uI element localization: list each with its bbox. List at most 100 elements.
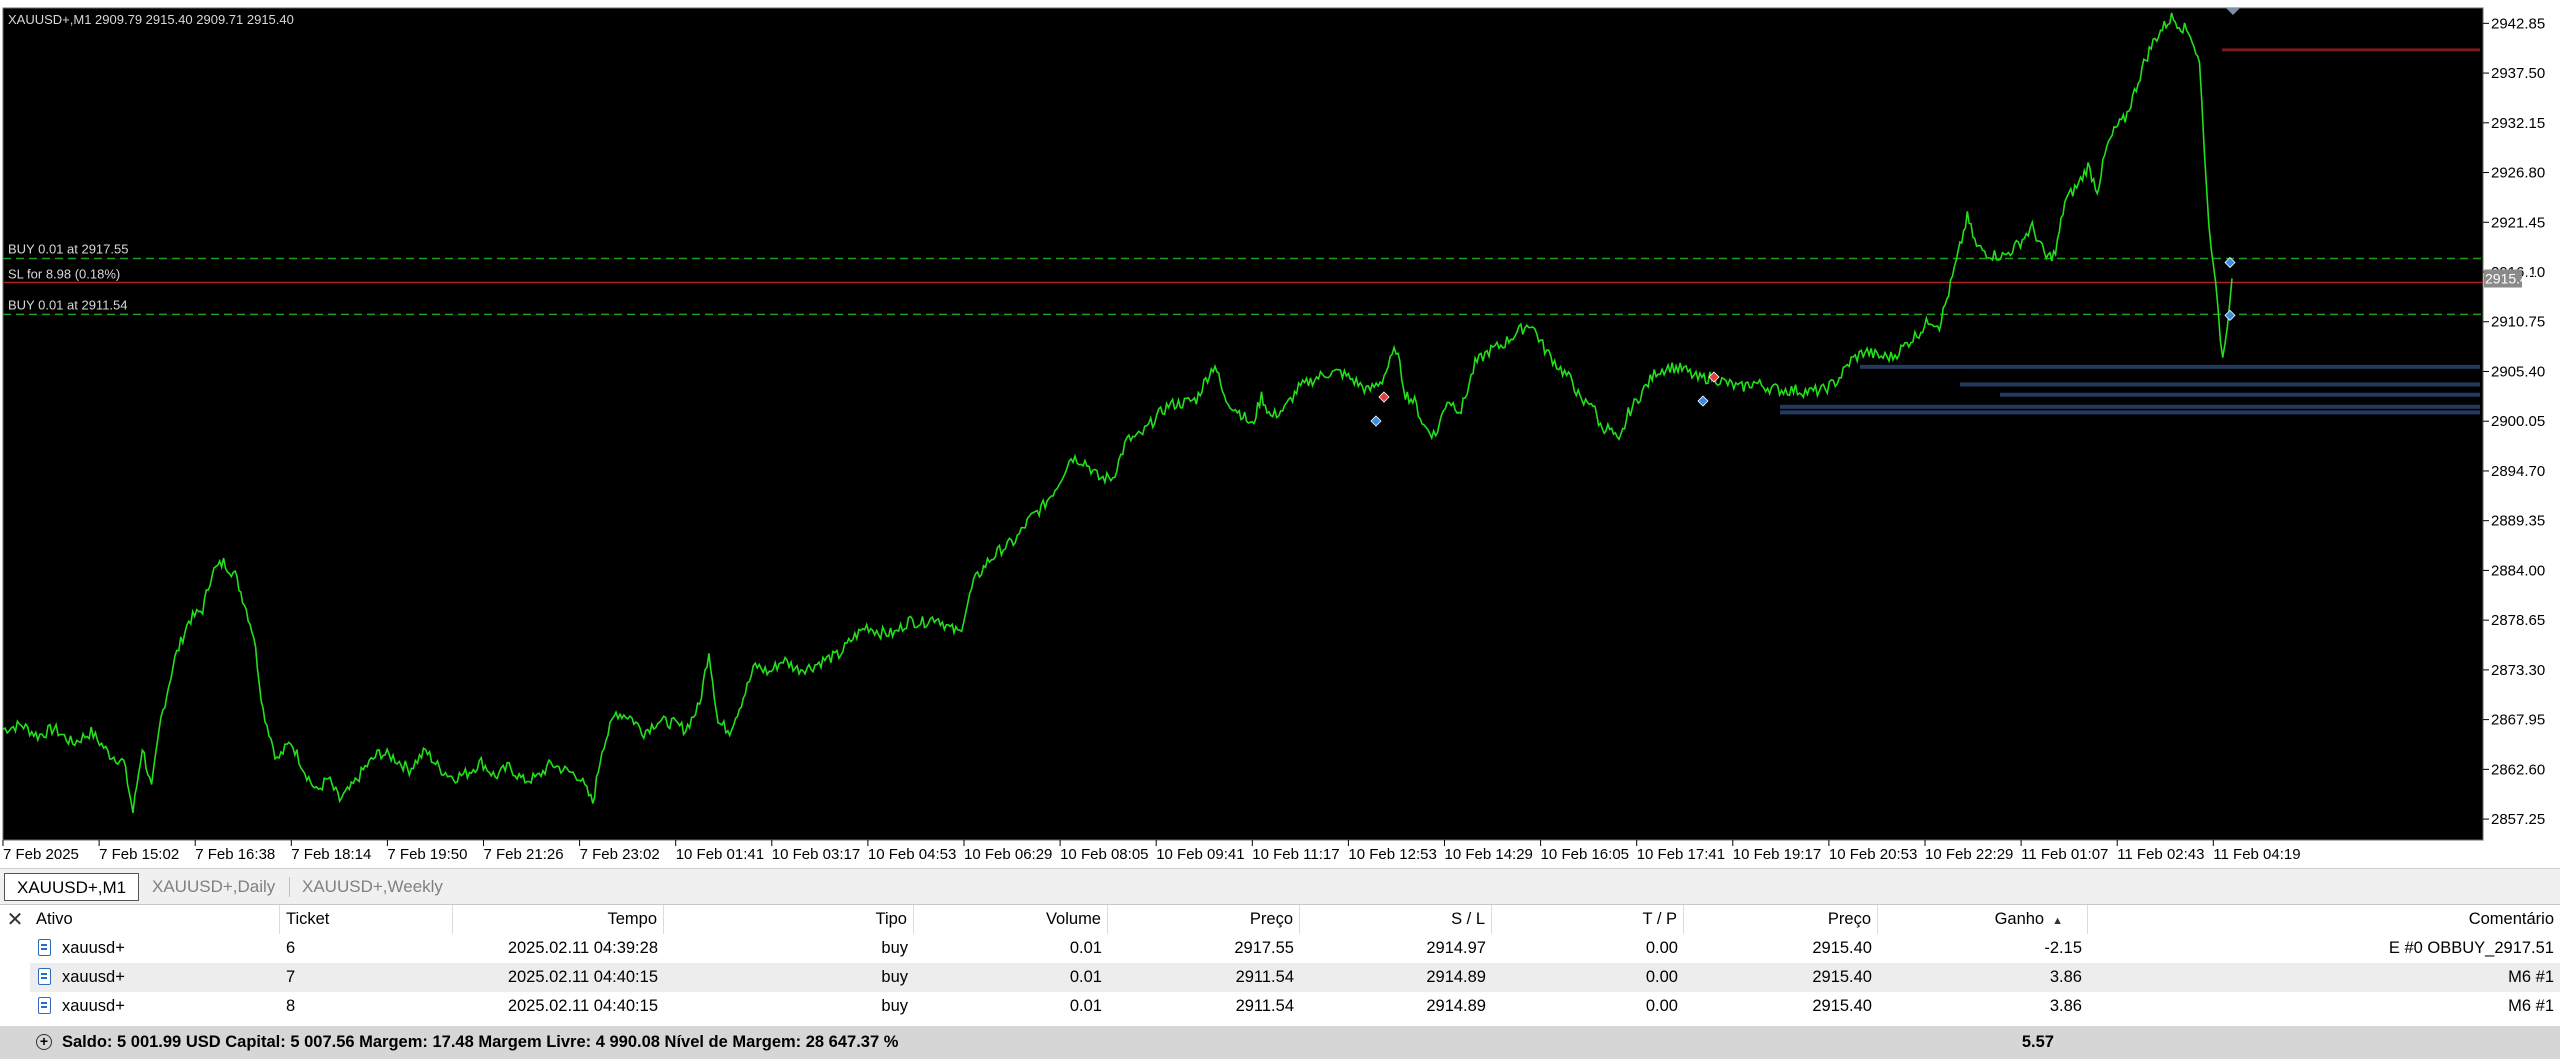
chart-tabs-bar: XAUUSD+,M1 XAUUSD+,Daily XAUUSD+,Weekly xyxy=(0,868,2560,904)
time-axis-label: 7 Feb 18:14 xyxy=(291,846,371,863)
col-volume[interactable]: Volume xyxy=(914,905,1108,934)
price-axis-label: 2932.15 xyxy=(2491,115,2545,132)
cell-tp[interactable]: 0.00 xyxy=(1492,992,1684,1021)
cell-ganho: -2.15 xyxy=(2044,939,2082,957)
account-summary-row: + Saldo: 5 001.99 USD Capital: 5 007.56 … xyxy=(0,1026,2560,1059)
position-document-icon xyxy=(38,939,51,956)
buy1-level-label: BUY 0.01 at 2917.55 xyxy=(8,242,128,257)
cell-tp[interactable]: 0.00 xyxy=(1492,934,1684,963)
table-header: Ativo Ticket Tempo Tipo Volume Preço S /… xyxy=(30,905,2560,934)
cell-ticket: 6 xyxy=(286,939,296,957)
position-document-icon xyxy=(38,968,51,985)
cell-comentario: E #0 OBBUY_2917.51 xyxy=(2388,939,2554,957)
time-axis-label: 10 Feb 19:17 xyxy=(1733,846,1821,863)
order-history-bar xyxy=(1780,404,2480,409)
sort-ascending-icon: ▲ xyxy=(2052,915,2063,927)
col-preco-atual[interactable]: Preço xyxy=(1684,905,1878,934)
order-history-bar xyxy=(1960,382,2480,387)
col-tempo[interactable]: Tempo xyxy=(453,905,664,934)
time-axis-label: 7 Feb 23:02 xyxy=(580,846,660,863)
price-axis-label: 2942.85 xyxy=(2491,15,2545,32)
time-axis-label: 11 Feb 02:43 xyxy=(2117,846,2204,863)
cell-volume: 0.01 xyxy=(1069,939,1102,957)
time-axis-label: 7 Feb 15:02 xyxy=(99,846,179,863)
price-axis-label: 2857.25 xyxy=(2491,811,2545,828)
time-axis-label: 10 Feb 01:41 xyxy=(676,846,764,863)
price-chart[interactable]: 2942.852937.502932.152926.802921.452916.… xyxy=(0,0,2560,868)
cell-volume: 0.01 xyxy=(1069,997,1102,1015)
plot-area xyxy=(2,7,2484,841)
close-icon[interactable]: ✕ xyxy=(4,907,26,933)
cell-ticket: 7 xyxy=(286,968,296,986)
time-axis-label: 7 Feb 21:26 xyxy=(484,846,564,863)
price-axis-label: 2905.40 xyxy=(2491,363,2545,380)
cell-tempo: 2025.02.11 04:39:28 xyxy=(507,939,658,957)
cell-tempo: 2025.02.11 04:40:15 xyxy=(507,997,658,1015)
cell-ganho: 3.86 xyxy=(2049,968,2082,986)
col-ativo[interactable]: Ativo xyxy=(30,905,280,934)
price-axis-label: 2894.70 xyxy=(2491,463,2545,480)
symbol-info-label: XAUUSD+,M1 2909.79 2915.40 2909.71 2915.… xyxy=(8,12,294,27)
chart-canvas[interactable]: 2942.852937.502932.152926.802921.452916.… xyxy=(0,0,2560,868)
cell-volume: 0.01 xyxy=(1069,968,1102,986)
time-axis-label: 7 Feb 16:38 xyxy=(195,846,275,863)
col-preco[interactable]: Preço xyxy=(1108,905,1300,934)
col-tipo[interactable]: Tipo xyxy=(664,905,914,934)
price-axis-label: 2889.35 xyxy=(2491,513,2545,530)
position-document-icon xyxy=(38,997,51,1014)
time-axis-label: 11 Feb 04:19 xyxy=(2213,846,2300,863)
cell-sl[interactable]: 2914.89 xyxy=(1300,992,1492,1021)
cell-comentario: M6 #1 xyxy=(2508,997,2554,1015)
total-profit: 5.57 xyxy=(2021,1033,2054,1051)
col-ticket[interactable]: Ticket xyxy=(280,905,453,934)
time-axis-label: 10 Feb 03:17 xyxy=(772,846,860,863)
price-axis-label: 2937.50 xyxy=(2491,65,2545,82)
cell-ativo: xauusd+ xyxy=(62,968,125,986)
cell-tp[interactable]: 0.00 xyxy=(1492,963,1684,992)
time-axis-label: 10 Feb 14:29 xyxy=(1445,846,1533,863)
buy2-level-label: BUY 0.01 at 2911.54 xyxy=(8,297,128,312)
time-axis-label: 10 Feb 08:05 xyxy=(1060,846,1148,863)
cell-comentario: M6 #1 xyxy=(2508,968,2554,986)
cell-preco: 2911.54 xyxy=(1235,968,1294,986)
time-axis-label: 10 Feb 09:41 xyxy=(1156,846,1244,863)
order-history-bar xyxy=(1860,364,2480,369)
price-axis-label: 2926.80 xyxy=(2491,165,2545,182)
order-history-bar xyxy=(2000,392,2480,397)
account-summary-text: Saldo: 5 001.99 USD Capital: 5 007.56 Ma… xyxy=(62,1033,899,1051)
tab-xauusd-daily[interactable]: XAUUSD+,Daily xyxy=(140,873,287,901)
tab-xauusd-m1[interactable]: XAUUSD+,M1 xyxy=(4,873,140,901)
sl-level-label: SL for 8.98 (0.18%) xyxy=(8,267,120,282)
current-price-label: 2915.40 xyxy=(2485,271,2536,287)
cell-ganho: 3.86 xyxy=(2049,997,2082,1015)
time-axis-label: 7 Feb 19:50 xyxy=(387,846,467,863)
table-row[interactable]: xauusd+ 8 2025.02.11 04:40:15 buy 0.01 2… xyxy=(30,992,2560,1021)
time-axis-label: 10 Feb 11:17 xyxy=(1252,846,1339,863)
price-axis-label: 2900.05 xyxy=(2491,413,2545,430)
table-row[interactable]: xauusd+ 6 2025.02.11 04:39:28 buy 0.01 2… xyxy=(30,934,2560,963)
cell-ticket: 8 xyxy=(286,997,296,1015)
table-row[interactable]: xauusd+ 7 2025.02.11 04:40:15 buy 0.01 2… xyxy=(30,963,2560,992)
time-axis-label: 10 Feb 22:29 xyxy=(1925,846,2013,863)
price-axis-label: 2873.30 xyxy=(2491,662,2545,679)
cell-tempo: 2025.02.11 04:40:15 xyxy=(507,968,658,986)
cell-sl[interactable]: 2914.97 xyxy=(1300,934,1492,963)
col-ganho[interactable]: Ganho ▲ xyxy=(1878,905,2088,934)
cell-sl[interactable]: 2914.89 xyxy=(1300,963,1492,992)
price-axis-label: 2910.75 xyxy=(2491,314,2545,331)
col-tp[interactable]: T / P xyxy=(1492,905,1684,934)
col-sl[interactable]: S / L xyxy=(1300,905,1492,934)
plus-circle-icon[interactable]: + xyxy=(36,1034,52,1050)
time-axis-label: 10 Feb 06:29 xyxy=(964,846,1052,863)
cell-preco-atual: 2915.40 xyxy=(1812,968,1872,986)
price-axis-label: 2862.60 xyxy=(2491,761,2545,778)
cell-tipo: buy xyxy=(881,939,908,957)
time-axis-label: 7 Feb 2025 xyxy=(3,846,79,863)
time-axis-label: 11 Feb 01:07 xyxy=(2021,846,2108,863)
cell-preco: 2911.54 xyxy=(1235,997,1294,1015)
time-axis-label: 10 Feb 12:53 xyxy=(1348,846,1436,863)
tab-xauusd-weekly[interactable]: XAUUSD+,Weekly xyxy=(290,873,455,901)
col-comentario[interactable]: Comentário xyxy=(2088,905,2560,934)
time-axis-label: 10 Feb 20:53 xyxy=(1829,846,1917,863)
price-axis-label: 2884.00 xyxy=(2491,562,2545,579)
